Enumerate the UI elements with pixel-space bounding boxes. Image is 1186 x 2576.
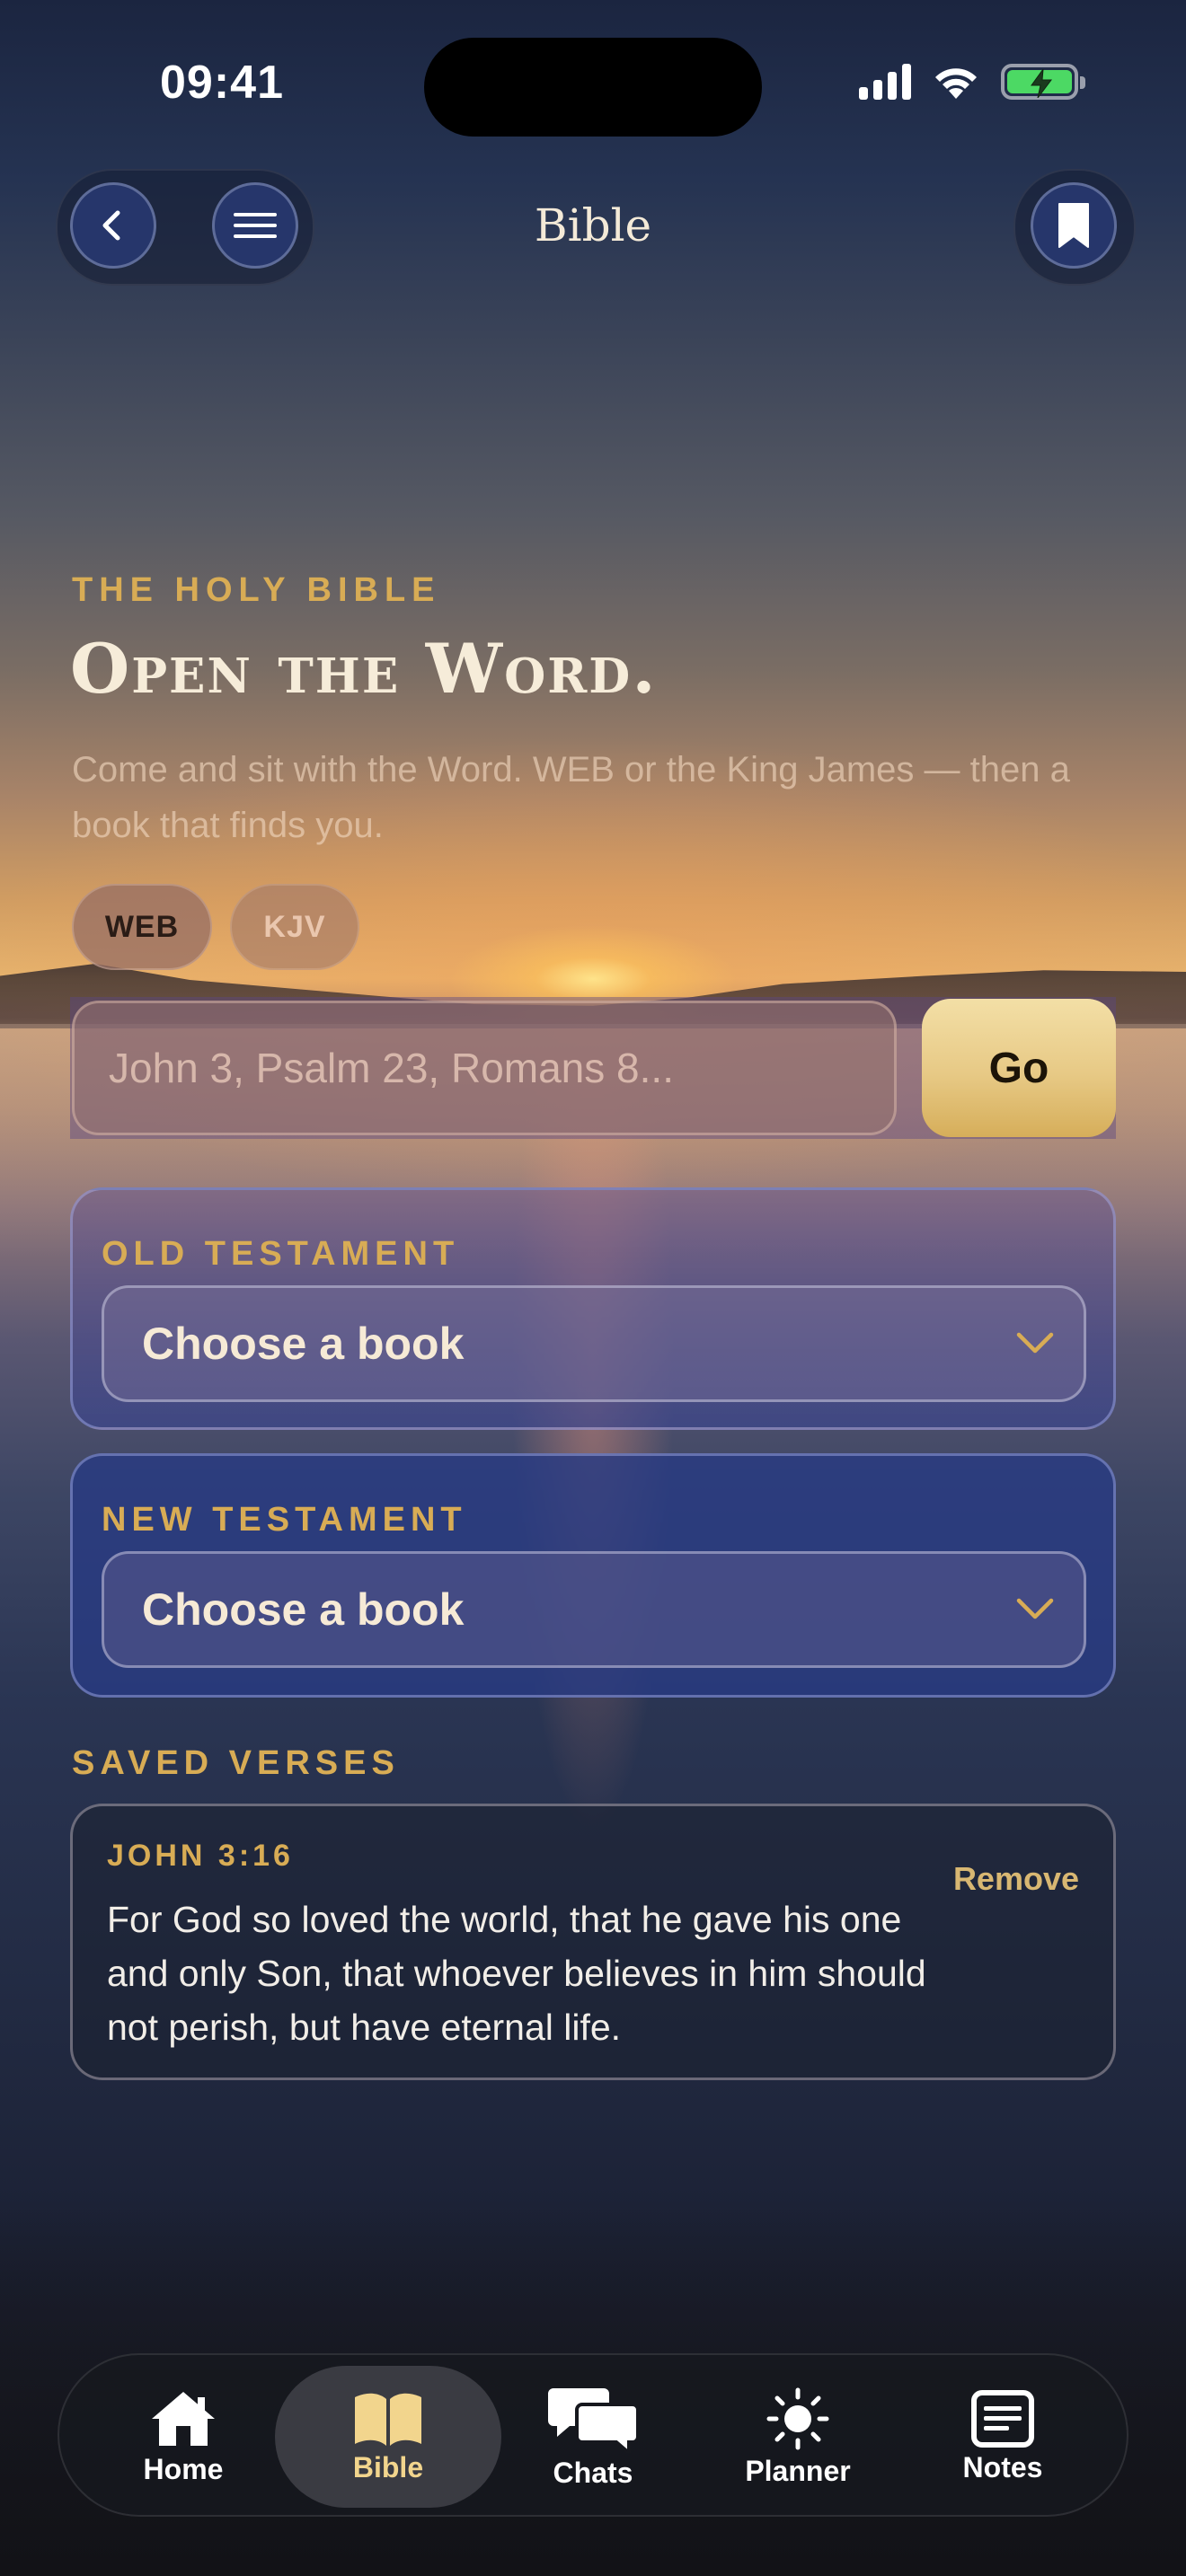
hero-title: Open the Word. — [70, 629, 658, 709]
status-time: 09:41 — [160, 57, 284, 109]
tab-planner[interactable]: Planner — [708, 2355, 888, 2519]
remove-verse-button[interactable]: Remove — [953, 1860, 1079, 1898]
tab-home-label: Home — [143, 2452, 224, 2485]
new-testament-book-select[interactable]: Choose a book — [102, 1551, 1086, 1668]
bookmark-icon — [1058, 203, 1089, 248]
old-testament-label: OLD TESTAMENT — [102, 1235, 460, 1273]
battery-icon — [1001, 64, 1085, 100]
chat-bubbles-icon — [548, 2387, 638, 2453]
tab-home[interactable]: Home — [93, 2355, 273, 2519]
new-testament-label: NEW TESTAMENT — [102, 1501, 467, 1539]
tab-planner-label: Planner — [745, 2454, 851, 2487]
new-testament-select-value: Choose a book — [142, 1584, 465, 1635]
nav-right-group — [1013, 169, 1136, 286]
book-icon — [355, 2393, 421, 2446]
dynamic-island — [424, 38, 762, 137]
passage-search-input[interactable]: John 3, Psalm 23, Romans 8... — [72, 1001, 897, 1135]
hero-eyebrow: THE HOLY BIBLE — [72, 571, 441, 609]
tab-bar: Home Bible Chats Planner Notes — [58, 2353, 1128, 2517]
saved-verse-card: JOHN 3:16 Remove For God so loved the wo… — [70, 1804, 1116, 2080]
home-icon — [152, 2391, 215, 2446]
tab-notes-label: Notes — [962, 2450, 1043, 2483]
page-title: Bible — [534, 199, 652, 251]
tab-bible-label: Bible — [352, 2450, 424, 2483]
tab-notes[interactable]: Notes — [913, 2355, 1093, 2519]
wifi-icon — [935, 68, 977, 99]
verse-reference: JOHN 3:16 — [107, 1839, 294, 1873]
cellular-signal-icon — [859, 64, 911, 100]
notes-icon — [971, 2389, 1034, 2448]
new-testament-card: NEW TESTAMENT Choose a book — [70, 1453, 1116, 1698]
verse-text: For God so loved the world, that he gave… — [107, 1899, 926, 2048]
status-icons — [859, 63, 1085, 101]
old-testament-book-select[interactable]: Choose a book — [102, 1285, 1086, 1402]
saved-verses-heading: SAVED VERSES — [72, 1744, 400, 1782]
go-button[interactable]: Go — [922, 999, 1116, 1137]
chevron-down-icon — [1016, 1598, 1054, 1619]
old-testament-select-value: Choose a book — [142, 1319, 465, 1369]
tab-chats-label: Chats — [553, 2456, 633, 2489]
translation-chip-web[interactable]: WEB — [72, 884, 212, 970]
sun-icon — [766, 2387, 829, 2449]
bookmarks-button[interactable] — [1031, 182, 1117, 269]
hero-subtitle: Come and sit with the Word. WEB or the K… — [72, 750, 1070, 845]
chevron-down-icon — [1016, 1332, 1054, 1354]
translation-chip-kjv[interactable]: KJV — [230, 884, 359, 970]
old-testament-card: OLD TESTAMENT Choose a book — [70, 1187, 1116, 1430]
tab-chats[interactable]: Chats — [503, 2355, 683, 2519]
tab-bible[interactable]: Bible — [298, 2355, 478, 2519]
charging-bolt-icon — [1031, 69, 1052, 98]
